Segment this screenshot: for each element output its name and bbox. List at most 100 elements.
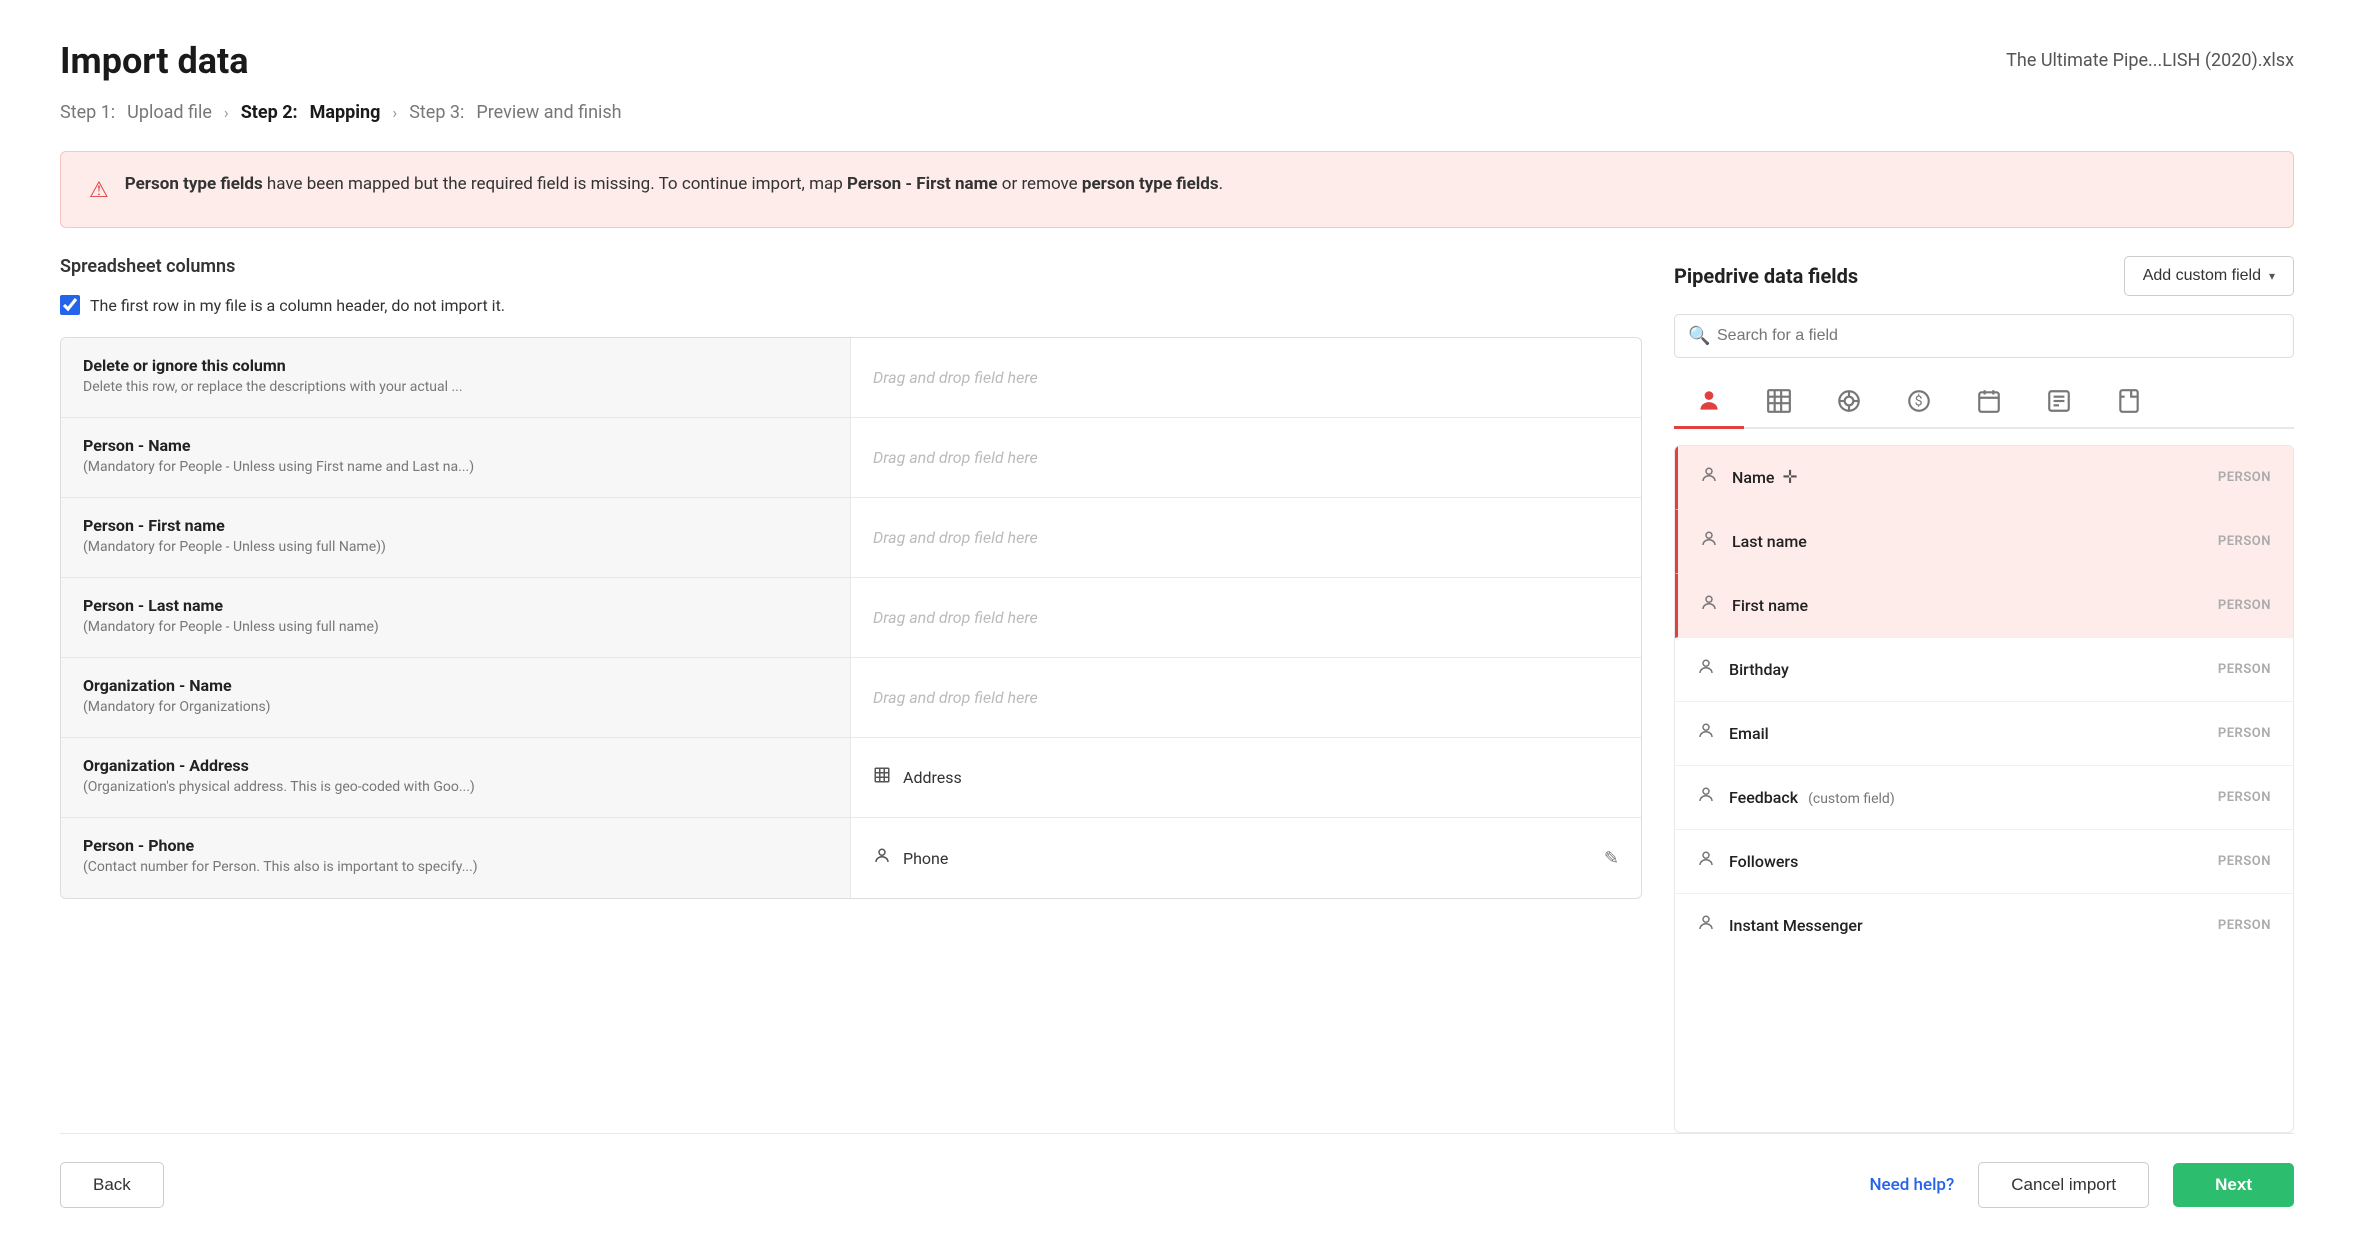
drag-placeholder: Drag and drop field here: [873, 688, 1038, 707]
drag-placeholder: Drag and drop field here: [873, 368, 1038, 387]
add-custom-label: Add custom field: [2143, 267, 2261, 285]
field-type: PERSON: [2218, 726, 2271, 741]
alert-banner: ⚠ Person type fields have been mapped bu…: [60, 151, 2294, 228]
main-content: Spreadsheet columns The first row in my …: [60, 256, 2294, 1133]
col-title: Person - First name: [83, 516, 828, 535]
pipedrive-fields-title: Pipedrive data fields: [1674, 264, 1858, 288]
list-item[interactable]: First name PERSON: [1675, 574, 2293, 638]
table-row: Person - Phone (Contact number for Perso…: [61, 818, 1641, 898]
tab-deal[interactable]: [1814, 376, 1884, 429]
checkbox-row: The first row in my file is a column hea…: [60, 295, 1642, 315]
list-item[interactable]: Birthday PERSON: [1675, 638, 2293, 702]
col-target[interactable]: Drag and drop field here: [851, 578, 1641, 657]
building-icon: [873, 766, 891, 789]
step2-label: Step 2:: [241, 102, 298, 123]
mapping-table: Delete or ignore this column Delete this…: [60, 337, 1642, 899]
field-name: Birthday: [1729, 660, 1789, 679]
custom-tag: (custom field): [1808, 791, 1895, 807]
table-row: Person - Last name (Mandatory for People…: [61, 578, 1641, 658]
tab-calendar[interactable]: [1954, 376, 2024, 429]
spreadsheet-label: Spreadsheet columns: [60, 256, 1642, 277]
col-target[interactable]: Drag and drop field here: [851, 418, 1641, 497]
move-icon: ✛: [1782, 467, 1797, 488]
col-source: Organization - Address (Organization's p…: [61, 738, 851, 817]
mapped-field-name: Address: [903, 768, 962, 787]
col-sub: (Mandatory for People - Unless using ful…: [83, 539, 828, 555]
drag-placeholder: Drag and drop field here: [873, 448, 1038, 467]
drag-placeholder: Drag and drop field here: [873, 608, 1038, 627]
field-name: Instant Messenger: [1729, 916, 1863, 935]
header-row-label: The first row in my file is a column hea…: [90, 296, 505, 315]
chevron-down-icon: ▾: [2269, 269, 2275, 283]
field-name: Name: [1732, 468, 1774, 487]
col-target[interactable]: Phone ✎: [851, 818, 1641, 898]
col-sub: Delete this row, or replace the descript…: [83, 379, 828, 395]
person-icon: [1697, 722, 1715, 745]
col-title: Person - Last name: [83, 596, 828, 615]
step1-chevron: ›: [224, 103, 229, 122]
col-target[interactable]: Drag and drop field here: [851, 658, 1641, 737]
col-sub: (Mandatory for Organizations): [83, 699, 828, 715]
need-help-link[interactable]: Need help?: [1869, 1175, 1954, 1195]
person-icon: [1697, 658, 1715, 681]
col-sub: (Contact number for Person. This also is…: [83, 859, 828, 875]
col-target[interactable]: Address: [851, 738, 1641, 817]
col-sub: (Mandatory for People - Unless using ful…: [83, 619, 828, 635]
person-icon: [1697, 914, 1715, 937]
list-item[interactable]: Followers PERSON: [1675, 830, 2293, 894]
list-item[interactable]: Last name PERSON: [1675, 510, 2293, 574]
step1-name: Upload file: [127, 102, 212, 123]
table-row: Organization - Name (Mandatory for Organ…: [61, 658, 1641, 738]
file-name: The Ultimate Pipe...LISH (2020).xlsx: [2006, 50, 2294, 71]
search-input[interactable]: [1674, 314, 2294, 358]
person-icon: [1700, 466, 1718, 489]
search-box: 🔍: [1674, 314, 2294, 358]
col-title: Person - Phone: [83, 836, 828, 855]
bottom-bar: Back Need help? Cancel import Next: [60, 1133, 2294, 1236]
back-button[interactable]: Back: [60, 1162, 164, 1208]
search-icon: 🔍: [1688, 326, 1710, 347]
col-source: Person - Name (Mandatory for People - Un…: [61, 418, 851, 497]
person-icon: [1697, 786, 1715, 809]
tab-organization[interactable]: [1744, 376, 1814, 429]
right-panel: Pipedrive data fields Add custom field ▾…: [1674, 256, 2294, 1133]
header-row-checkbox[interactable]: [60, 295, 80, 315]
tab-person[interactable]: [1674, 376, 1744, 429]
field-type: PERSON: [2218, 598, 2271, 613]
col-source: Person - Last name (Mandatory for People…: [61, 578, 851, 657]
cancel-button[interactable]: Cancel import: [1978, 1162, 2149, 1208]
tab-file[interactable]: [2094, 376, 2164, 429]
alert-text: Person type fields have been mapped but …: [125, 172, 1223, 198]
col-target[interactable]: Drag and drop field here: [851, 498, 1641, 577]
field-type: PERSON: [2218, 854, 2271, 869]
edit-icon[interactable]: ✎: [1604, 848, 1619, 869]
col-target[interactable]: Drag and drop field here: [851, 338, 1641, 417]
add-custom-field-button[interactable]: Add custom field ▾: [2124, 256, 2294, 296]
list-item[interactable]: Email PERSON: [1675, 702, 2293, 766]
field-name: Feedback (custom field): [1729, 788, 1895, 807]
col-title: Person - Name: [83, 436, 828, 455]
col-title: Organization - Address: [83, 756, 828, 775]
field-name: Email: [1729, 724, 1769, 743]
list-item[interactable]: Name ✛ PERSON: [1675, 446, 2293, 510]
tab-note[interactable]: [2024, 376, 2094, 429]
step2-chevron: ›: [392, 103, 397, 122]
fields-list: Name ✛ PERSON Last name PERSON: [1674, 445, 2294, 1133]
col-title: Delete or ignore this column: [83, 356, 828, 375]
field-name: Last name: [1732, 532, 1807, 551]
next-button[interactable]: Next: [2173, 1163, 2294, 1207]
top-bar: Import data The Ultimate Pipe...LISH (20…: [60, 40, 2294, 82]
field-type: PERSON: [2218, 534, 2271, 549]
list-item[interactable]: Instant Messenger PERSON: [1675, 894, 2293, 957]
col-sub: (Mandatory for People - Unless using Fir…: [83, 459, 828, 475]
field-type: PERSON: [2218, 662, 2271, 677]
steps-bar: Step 1: Upload file › Step 2: Mapping › …: [60, 102, 2294, 123]
list-item[interactable]: Feedback (custom field) PERSON: [1675, 766, 2293, 830]
field-type: PERSON: [2218, 470, 2271, 485]
tab-price[interactable]: $: [1884, 376, 1954, 429]
warning-icon: ⚠: [89, 174, 109, 207]
step3-label: Step 3:: [409, 102, 464, 123]
table-row: Person - First name (Mandatory for Peopl…: [61, 498, 1641, 578]
step1-label: Step 1:: [60, 102, 115, 123]
field-type: PERSON: [2218, 918, 2271, 933]
